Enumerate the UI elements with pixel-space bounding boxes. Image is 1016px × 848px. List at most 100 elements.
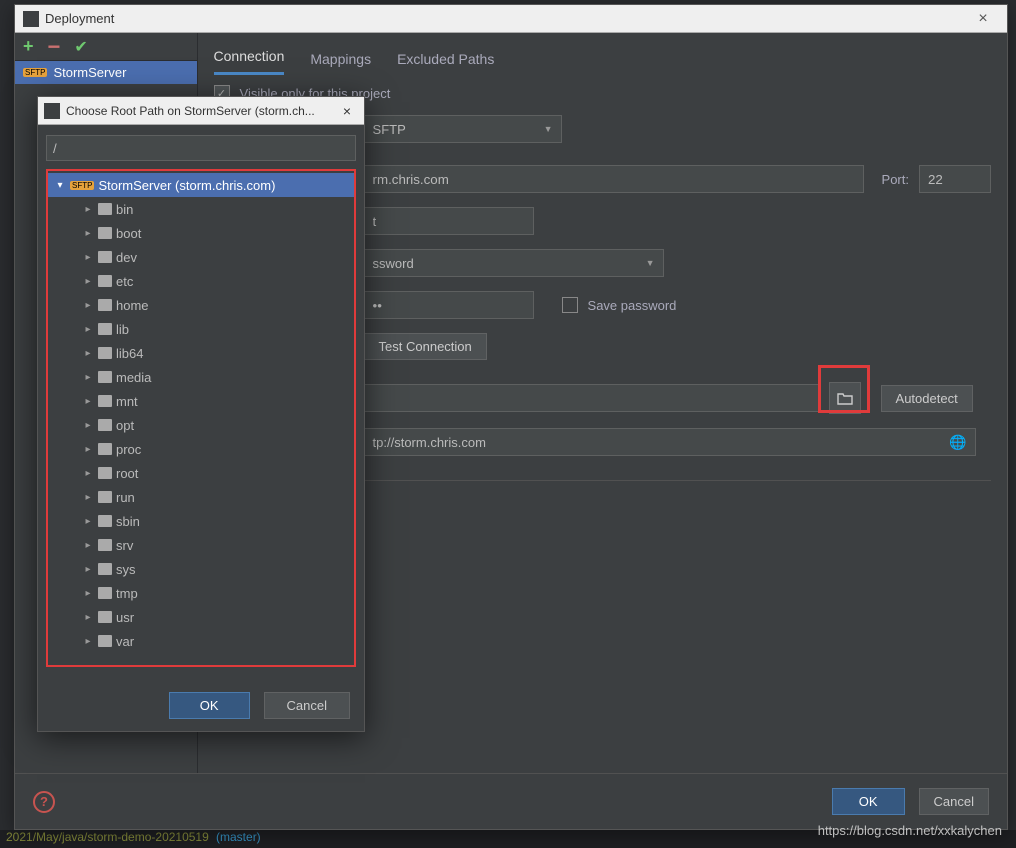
chevron-down-icon: ▼ <box>544 124 553 134</box>
help-icon[interactable]: ? <box>33 791 55 813</box>
server-item-label: StormServer <box>53 65 126 80</box>
folder-label: lib64 <box>116 346 143 361</box>
tree-folder-sbin[interactable]: ▸ sbin <box>48 509 354 533</box>
chevron-right-icon: ▸ <box>82 372 94 383</box>
folder-icon <box>98 611 112 623</box>
folder-label: root <box>116 466 138 481</box>
folder-label: media <box>116 370 151 385</box>
tabs: Connection Mappings Excluded Paths <box>214 33 991 75</box>
folder-icon <box>98 443 112 455</box>
folder-label: home <box>116 298 149 313</box>
folder-label: mnt <box>116 394 138 409</box>
tree-folder-media[interactable]: ▸ media <box>48 365 354 389</box>
close-icon[interactable]: × <box>967 10 999 28</box>
tab-connection[interactable]: Connection <box>214 48 285 75</box>
tree-folder-boot[interactable]: ▸boot <box>48 221 354 245</box>
remove-server-icon[interactable]: − <box>48 42 61 52</box>
username-input[interactable] <box>364 207 534 235</box>
chevron-right-icon: ▸ <box>82 564 94 575</box>
folder-icon <box>98 467 112 479</box>
chevron-right-icon: ▸ <box>82 468 94 479</box>
sidebar-toolbar: + − ✔ <box>15 33 197 61</box>
folder-label: usr <box>116 610 134 625</box>
port-input[interactable] <box>919 165 991 193</box>
folder-icon <box>98 419 112 431</box>
add-server-icon[interactable]: + <box>23 36 34 57</box>
folder-icon <box>98 227 112 239</box>
chevron-right-icon: ▸ <box>82 420 94 431</box>
folder-icon <box>98 515 112 527</box>
browse-root-path-button[interactable] <box>829 382 861 414</box>
autodetect-button[interactable]: Autodetect <box>881 385 973 412</box>
tree-folder-home[interactable]: ▸home <box>48 293 354 317</box>
chevron-right-icon: ▸ <box>82 516 94 527</box>
cancel-button[interactable]: Cancel <box>919 788 989 815</box>
tree-folder-root[interactable]: ▸ root <box>48 461 354 485</box>
chevron-right-icon: ▸ <box>82 636 94 647</box>
folder-label: srv <box>116 538 133 553</box>
root-path-input[interactable] <box>364 384 819 412</box>
tree-folder-proc[interactable]: ▸proc <box>48 437 354 461</box>
tree-folder-opt[interactable]: ▸ opt <box>48 413 354 437</box>
folder-icon <box>98 539 112 551</box>
tree-folder-sys[interactable]: ▸ sys <box>48 557 354 581</box>
folder-label: sbin <box>116 514 140 529</box>
test-connection-button[interactable]: Test Connection <box>364 333 487 360</box>
validate-icon[interactable]: ✔ <box>74 37 87 57</box>
chevron-down-icon: ▾ <box>54 180 66 191</box>
app-icon <box>44 103 60 119</box>
chevron-right-icon: ▸ <box>82 396 94 407</box>
tree-folder-usr[interactable]: ▸ usr <box>48 605 354 629</box>
folder-label: sys <box>116 562 136 577</box>
type-select[interactable]: SFTP ▼ <box>364 115 562 143</box>
dialog-titlebar: Deployment × <box>15 5 1007 33</box>
folder-icon <box>98 323 112 335</box>
chevron-right-icon: ▸ <box>82 612 94 623</box>
web-url-input[interactable]: tp://storm.chris.com 🌐 <box>364 428 976 456</box>
popup-title: Choose Root Path on StormServer (storm.c… <box>66 104 336 118</box>
popup-titlebar: Choose Root Path on StormServer (storm.c… <box>38 97 364 125</box>
popup-ok-button[interactable]: OK <box>169 692 250 719</box>
ok-button[interactable]: OK <box>832 788 905 815</box>
tree-folder-bin[interactable]: ▸bin <box>48 197 354 221</box>
chevron-right-icon: ▸ <box>82 252 94 263</box>
app-icon <box>23 11 39 27</box>
tree-folder-dev[interactable]: ▸dev <box>48 245 354 269</box>
auth-type-select[interactable]: ssword ▼ <box>364 249 664 277</box>
tree-folder-tmp[interactable]: ▸tmp <box>48 581 354 605</box>
tree-root-label: StormServer (storm.chris.com) <box>98 178 275 193</box>
chevron-down-icon: ▼ <box>646 258 655 268</box>
web-url-value: tp://storm.chris.com <box>373 435 486 450</box>
save-password-checkbox[interactable] <box>562 297 578 313</box>
sftp-badge-icon: SFTP <box>23 68 47 77</box>
tree-folder-mnt[interactable]: ▸ mnt <box>48 389 354 413</box>
tree-folder-etc[interactable]: ▸etc <box>48 269 354 293</box>
server-item-stormserver[interactable]: SFTP StormServer <box>15 61 197 84</box>
tree-folder-run[interactable]: ▸run <box>48 485 354 509</box>
chevron-right-icon: ▸ <box>82 204 94 215</box>
popup-cancel-button[interactable]: Cancel <box>264 692 350 719</box>
folder-open-icon <box>837 391 853 405</box>
tree-folder-srv[interactable]: ▸ srv <box>48 533 354 557</box>
chevron-right-icon: ▸ <box>82 228 94 239</box>
folder-label: opt <box>116 418 134 433</box>
save-password-label: Save password <box>588 298 677 313</box>
password-input[interactable] <box>364 291 534 319</box>
tree-folder-lib64[interactable]: ▸lib64 <box>48 341 354 365</box>
choose-root-path-dialog: Choose Root Path on StormServer (storm.c… <box>37 96 365 732</box>
auth-type-value: ssword <box>373 256 414 271</box>
host-input[interactable] <box>364 165 864 193</box>
tree-folder-var[interactable]: ▸ var <box>48 629 354 653</box>
tree-root[interactable]: ▾ SFTP StormServer (storm.chris.com) <box>48 173 354 197</box>
path-input[interactable] <box>46 135 356 161</box>
folder-icon <box>98 395 112 407</box>
close-icon[interactable]: × <box>336 103 358 119</box>
folder-icon <box>98 275 112 287</box>
tab-mappings[interactable]: Mappings <box>310 51 371 75</box>
folder-label: etc <box>116 274 133 289</box>
chevron-right-icon: ▸ <box>82 540 94 551</box>
watermark: https://blog.csdn.net/xxkalychen <box>818 823 1002 838</box>
folder-label: var <box>116 634 134 649</box>
tab-excluded-paths[interactable]: Excluded Paths <box>397 51 494 75</box>
tree-folder-lib[interactable]: ▸lib <box>48 317 354 341</box>
